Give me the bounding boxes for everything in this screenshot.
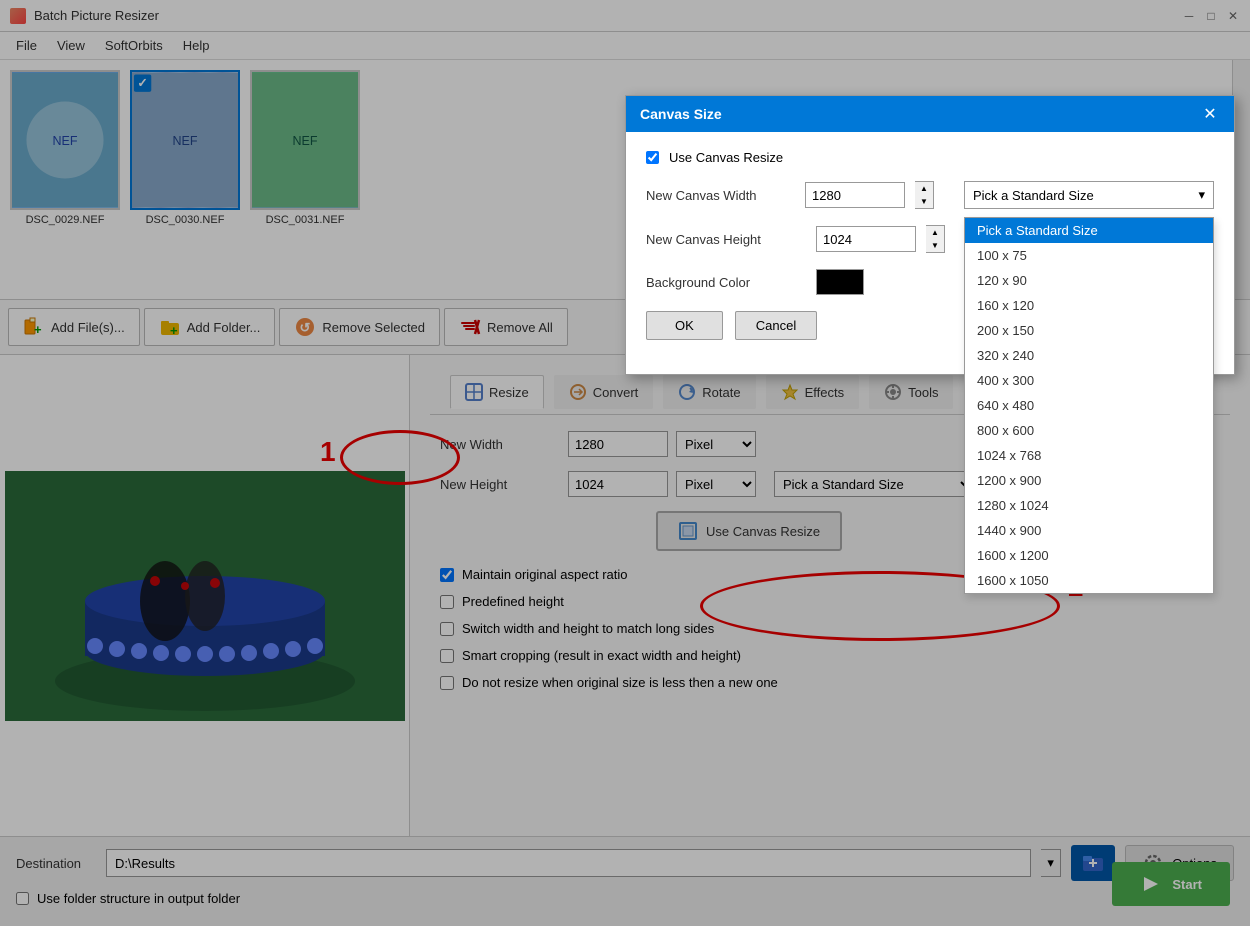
std-size-dropdown-button[interactable]: Pick a Standard Size ▾ [964, 181, 1214, 209]
canvas-height-down-button[interactable]: ▼ [926, 239, 944, 252]
canvas-size-modal: Canvas Size ✕ Use Canvas Resize New Canv… [625, 95, 1235, 375]
modal-bg-color-label: Background Color [646, 275, 806, 290]
canvas-height-up-button[interactable]: ▲ [926, 226, 944, 239]
modal-overlay: Canvas Size ✕ Use Canvas Resize New Canv… [0, 0, 1250, 926]
modal-title: Canvas Size [640, 106, 722, 122]
std-size-option-1280x1024[interactable]: 1280 x 1024 [965, 493, 1213, 518]
modal-cancel-button[interactable]: Cancel [735, 311, 817, 340]
canvas-width-up-button[interactable]: ▲ [915, 182, 933, 195]
std-size-option-160x120[interactable]: 160 x 120 [965, 293, 1213, 318]
std-size-option-800x600[interactable]: 800 x 600 [965, 418, 1213, 443]
modal-canvas-width-label: New Canvas Width [646, 188, 795, 203]
std-size-option-320x240[interactable]: 320 x 240 [965, 343, 1213, 368]
modal-body: Use Canvas Resize New Canvas Width ▲ ▼ P… [626, 132, 1234, 374]
std-size-option-100x75[interactable]: 100 x 75 [965, 243, 1213, 268]
std-size-option-400x300[interactable]: 400 x 300 [965, 368, 1213, 393]
std-size-option-200x150[interactable]: 200 x 150 [965, 318, 1213, 343]
std-size-option-1024x768[interactable]: 1024 x 768 [965, 443, 1213, 468]
std-size-option-1200x900[interactable]: 1200 x 900 [965, 468, 1213, 493]
canvas-height-spinner: ▲ ▼ [926, 225, 945, 253]
std-size-option-640x480[interactable]: 640 x 480 [965, 393, 1213, 418]
modal-ok-button[interactable]: OK [646, 311, 723, 340]
modal-title-bar: Canvas Size ✕ [626, 96, 1234, 132]
chevron-down-icon: ▾ [1198, 187, 1205, 203]
std-size-option-120x90[interactable]: 120 x 90 [965, 268, 1213, 293]
modal-use-canvas-row: Use Canvas Resize [646, 150, 1214, 165]
std-size-option-1440x900[interactable]: 1440 x 900 [965, 518, 1213, 543]
modal-close-button[interactable]: ✕ [1200, 104, 1220, 124]
std-size-dropdown-container: Pick a Standard Size ▾ Pick a Standard S… [964, 181, 1214, 209]
modal-canvas-width-input[interactable] [805, 182, 905, 208]
canvas-width-spinner: ▲ ▼ [915, 181, 934, 209]
std-size-option-1600x1200[interactable]: 1600 x 1200 [965, 543, 1213, 568]
std-size-dropdown-panel: Pick a Standard Size 100 x 75 120 x 90 1… [964, 217, 1214, 594]
std-size-option-1600x1050[interactable]: 1600 x 1050 [965, 568, 1213, 593]
modal-use-canvas-label: Use Canvas Resize [669, 150, 783, 165]
std-size-option-default[interactable]: Pick a Standard Size [965, 218, 1213, 243]
modal-use-canvas-checkbox[interactable] [646, 151, 659, 164]
modal-canvas-height-label: New Canvas Height [646, 232, 806, 247]
modal-canvas-height-input[interactable] [816, 226, 916, 252]
background-color-swatch[interactable] [816, 269, 864, 295]
modal-canvas-width-row: New Canvas Width ▲ ▼ Pick a Standard Siz… [646, 181, 1214, 209]
canvas-width-down-button[interactable]: ▼ [915, 195, 933, 208]
